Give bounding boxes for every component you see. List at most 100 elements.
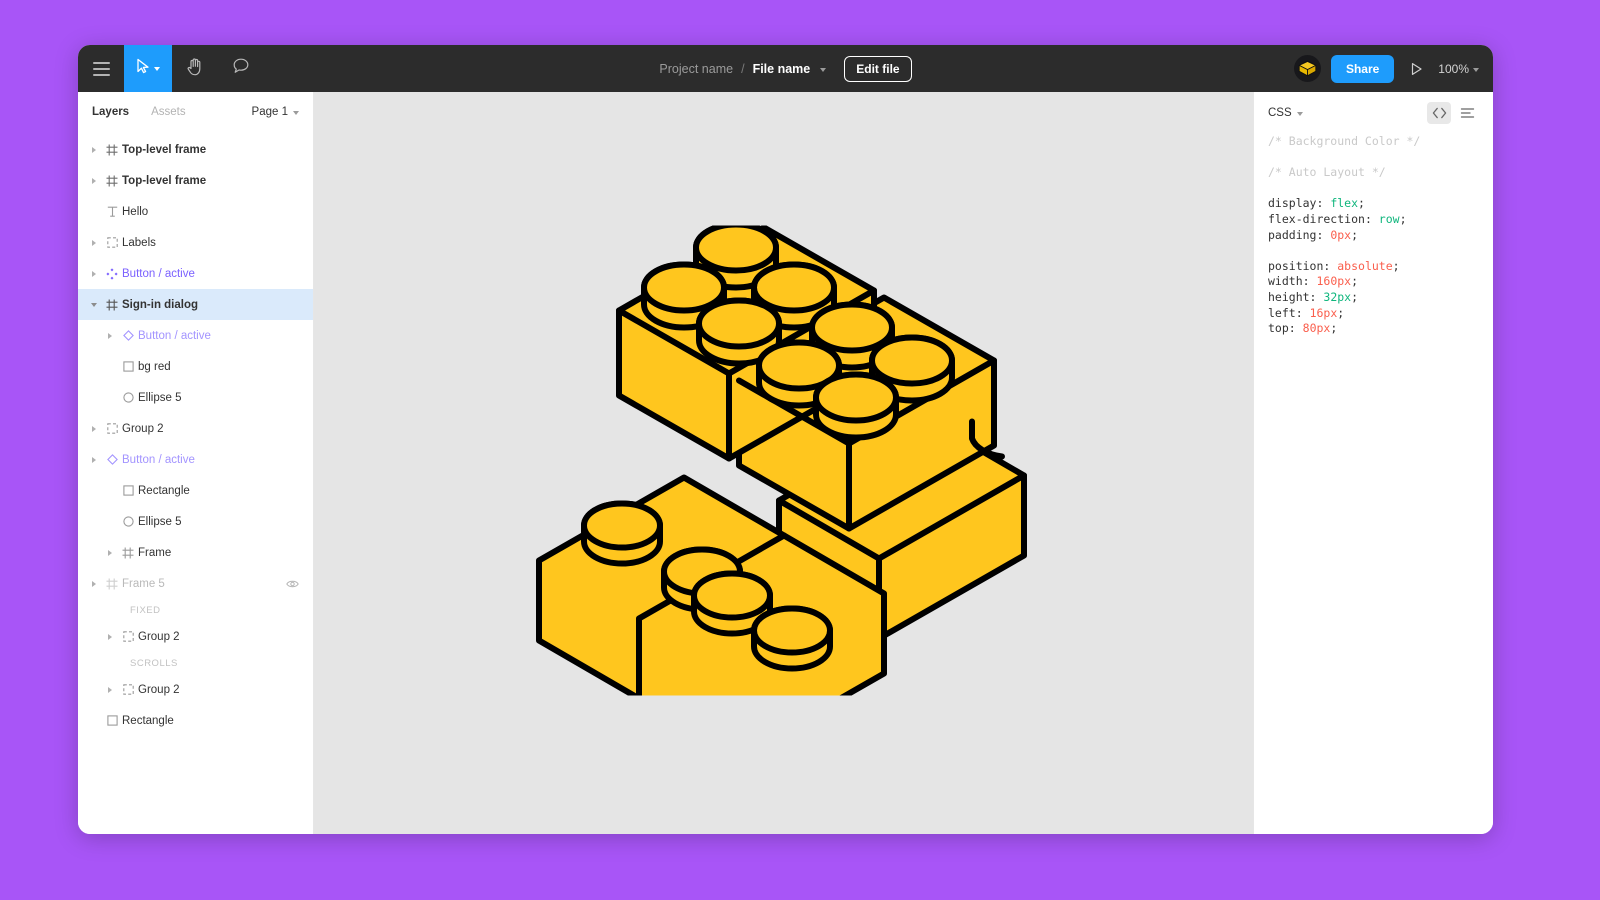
layers-panel: Layers Assets Page 1 Top-level frame Top-… (78, 92, 314, 834)
caret-right-icon[interactable] (86, 580, 102, 587)
layer-name: Hello (122, 205, 149, 218)
layer-row-bg-red[interactable]: bg red (78, 351, 313, 382)
instance-icon (102, 454, 122, 465)
caret-right-icon[interactable] (86, 239, 102, 246)
layer-name: Group 2 (138, 683, 180, 696)
chevron-down-icon (293, 111, 299, 115)
page-selector[interactable]: Page 1 (252, 106, 299, 118)
code-declaration-line[interactable]: left: 16px; (1268, 306, 1479, 322)
hand-icon (187, 57, 204, 81)
layer-name: Ellipse 5 (138, 391, 182, 404)
breadcrumb-separator: / (741, 61, 745, 76)
layer-row-button-active[interactable]: Button / active (78, 258, 313, 289)
css-property: height (1268, 289, 1310, 304)
css-property: flex-direction (1268, 211, 1365, 226)
layer-row-rectangle[interactable]: Rectangle (78, 705, 313, 736)
layer-row-labels[interactable]: Labels (78, 227, 313, 258)
layer-name: bg red (138, 360, 171, 373)
code-language-selector[interactable]: CSS (1268, 107, 1303, 119)
css-colon: : (1364, 211, 1379, 226)
layer-row-top-level-frame[interactable]: Top-level frame (78, 165, 313, 196)
file-name[interactable]: File name (753, 62, 811, 76)
layer-row-hello[interactable]: Hello (78, 196, 313, 227)
group-icon (102, 237, 122, 248)
layer-row-button-active[interactable]: Button / active (78, 444, 313, 475)
layer-row-group-2[interactable]: Group 2 (78, 674, 313, 705)
main-menu-button[interactable] (78, 45, 124, 92)
text-icon (102, 206, 122, 217)
lego-bricks-artwork[interactable] (534, 221, 1034, 760)
css-value: flex (1330, 196, 1359, 211)
code-declaration-line[interactable]: position: absolute; (1268, 259, 1479, 275)
caret-right-icon[interactable] (86, 177, 102, 184)
css-property: padding (1268, 227, 1317, 242)
layer-section-label: FIXED (130, 604, 161, 616)
frame-icon (118, 547, 138, 559)
comment-tool-button[interactable] (218, 45, 264, 92)
css-code-output[interactable]: /* Background Color */ /* Auto Layout */ d… (1254, 134, 1493, 337)
layer-row-group-2[interactable]: Group 2 (78, 621, 313, 652)
group-icon (102, 423, 122, 434)
eye-icon[interactable] (286, 579, 299, 589)
layer-row-group-2[interactable]: Group 2 (78, 413, 313, 444)
tab-layers[interactable]: Layers (92, 106, 129, 118)
move-tool-button[interactable] (124, 45, 172, 92)
css-colon: : (1309, 289, 1324, 304)
layer-row-top-level-frame[interactable]: Top-level frame (78, 134, 313, 165)
frame-icon (102, 578, 122, 590)
user-avatar[interactable] (1293, 55, 1321, 82)
code-declaration-line[interactable]: flex-direction: row; (1268, 212, 1479, 228)
layer-row-ellipse-5[interactable]: Ellipse 5 (78, 506, 313, 537)
layer-row-frame[interactable]: Frame (78, 537, 313, 568)
layer-row-sign-in-dialog[interactable]: Sign-in dialog (78, 289, 313, 320)
frame-icon (102, 175, 122, 187)
tab-assets[interactable]: Assets (151, 106, 186, 118)
design-canvas[interactable] (314, 92, 1253, 834)
code-declaration-line[interactable]: width: 160px; (1268, 274, 1479, 290)
edit-file-button[interactable]: Edit file (844, 55, 912, 82)
code-options-button[interactable] (1455, 102, 1479, 124)
caret-right-icon[interactable] (86, 270, 102, 277)
page-name: Page 1 (251, 106, 288, 118)
layer-row-rectangle[interactable]: Rectangle (78, 475, 313, 506)
code-declaration-line[interactable]: display: flex; (1268, 196, 1479, 212)
lego-brick-icon (1298, 60, 1317, 77)
caret-right-icon[interactable] (86, 456, 102, 463)
css-value: absolute (1337, 258, 1393, 273)
group-icon (118, 631, 138, 642)
rectangle-icon (118, 361, 138, 372)
present-button[interactable] (1404, 57, 1428, 81)
code-panel-actions (1427, 102, 1479, 124)
chevron-down-icon (1473, 67, 1479, 72)
layer-name: Button / active (138, 329, 211, 342)
code-view-button[interactable] (1427, 102, 1451, 124)
code-declaration-line[interactable]: height: 32px; (1268, 290, 1479, 306)
css-colon: : (1323, 258, 1338, 273)
layer-name: Ellipse 5 (138, 515, 182, 528)
css-semicolon: ; (1351, 274, 1359, 289)
chevron-down-icon (1296, 112, 1303, 116)
hand-tool-button[interactable] (172, 45, 218, 92)
layer-row-ellipse-5[interactable]: Ellipse 5 (78, 382, 313, 413)
caret-right-icon[interactable] (102, 633, 118, 640)
zoom-control[interactable]: 100% (1438, 62, 1479, 76)
caret-right-icon[interactable] (102, 686, 118, 693)
css-property: width (1268, 274, 1303, 289)
code-comment-line: /* Auto Layout */ (1268, 165, 1386, 180)
code-declaration-line[interactable]: top: 80px; (1268, 321, 1479, 337)
layer-name: Rectangle (138, 484, 190, 497)
figma-app-window: Project name / File name Edit file Share (78, 45, 1493, 834)
caret-right-icon[interactable] (86, 146, 102, 153)
code-declaration-line[interactable]: padding: 0px; (1268, 228, 1479, 244)
caret-down-icon[interactable] (86, 302, 102, 307)
caret-right-icon[interactable] (86, 425, 102, 432)
share-button[interactable]: Share (1330, 54, 1395, 83)
project-name[interactable]: Project name (659, 62, 733, 76)
layer-row-button-active[interactable]: Button / active (78, 320, 313, 351)
caret-right-icon[interactable] (102, 549, 118, 556)
caret-right-icon[interactable] (102, 332, 118, 339)
layer-row-frame-5[interactable]: Frame 5 (78, 568, 313, 599)
top-toolbar: Project name / File name Edit file Share (78, 45, 1493, 92)
css-value: 0px (1330, 227, 1352, 242)
file-menu-chevron-down-icon[interactable] (820, 67, 827, 72)
